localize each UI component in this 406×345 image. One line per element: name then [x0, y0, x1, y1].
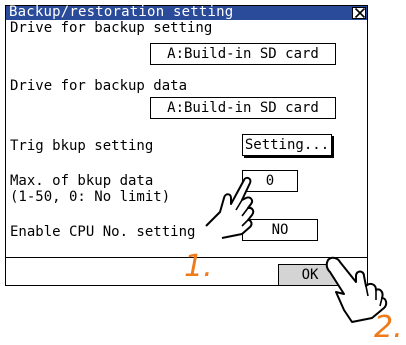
backup-restoration-dialog: Backup/restoration setting Drive for bac…	[5, 4, 368, 286]
enable-cpu-no-setting-label: Enable CPU No. setting	[10, 224, 196, 240]
title-bar: Backup/restoration setting	[6, 4, 367, 20]
close-button[interactable]	[352, 7, 366, 19]
pointing-hand-icon	[325, 256, 388, 323]
dialog-title: Backup/restoration setting	[9, 4, 234, 20]
pointing-hand-icon	[205, 176, 255, 239]
drive-backup-setting-field[interactable]: A:Build-in SD card	[150, 43, 336, 65]
drive-backup-data-label: Drive for backup data	[10, 78, 188, 94]
trig-setting-button[interactable]: Setting...	[242, 134, 332, 156]
max-bkup-data-range-label: (1-50, 0: No limit)	[10, 189, 171, 205]
close-icon	[354, 8, 366, 18]
trig-bkup-setting-label: Trig bkup setting	[10, 138, 154, 154]
drive-backup-setting-label: Drive for backup setting	[10, 20, 213, 36]
max-bkup-data-label: Max. of bkup data	[10, 173, 154, 189]
drive-backup-data-field[interactable]: A:Build-in SD card	[150, 97, 336, 119]
step-1-label: 1.	[184, 249, 213, 284]
